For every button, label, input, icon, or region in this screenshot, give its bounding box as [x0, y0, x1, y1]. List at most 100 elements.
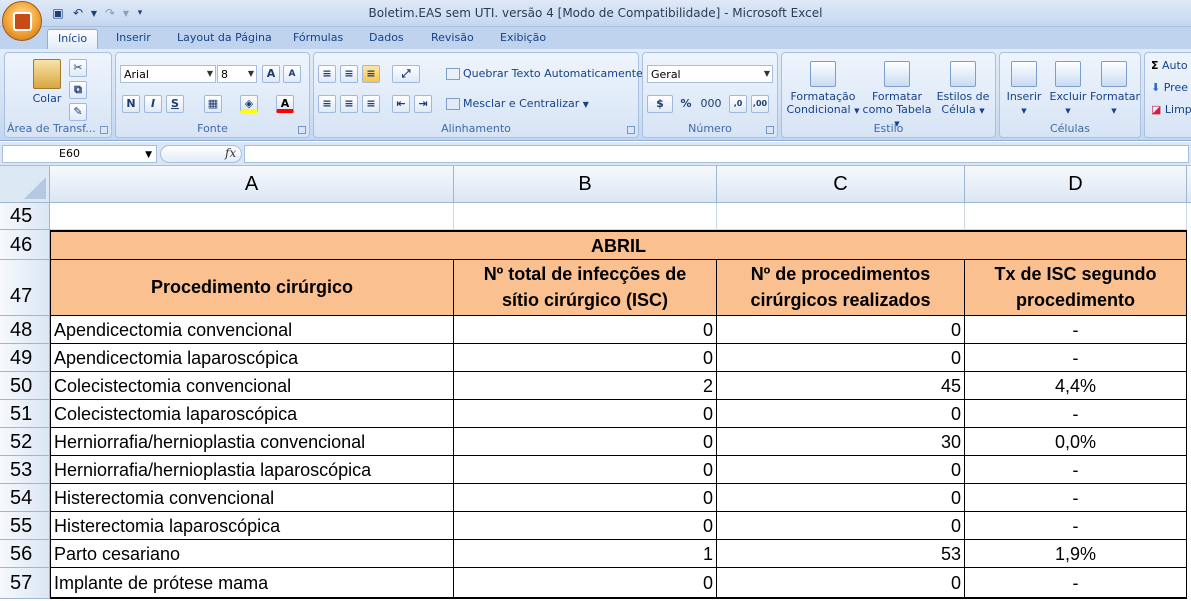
- tab-layout-da-pagina[interactable]: Layout da Página: [167, 29, 282, 49]
- cell-tx-isc[interactable]: -: [965, 456, 1187, 484]
- grow-font-icon[interactable]: A: [262, 65, 280, 83]
- cell-isc[interactable]: 1: [454, 540, 717, 568]
- cell-tx-isc[interactable]: -: [965, 568, 1187, 599]
- formula-input[interactable]: [244, 145, 1189, 163]
- cell-b45[interactable]: [454, 203, 717, 230]
- cell-isc[interactable]: 0: [454, 400, 717, 428]
- cell-tx-isc[interactable]: 1,9%: [965, 540, 1187, 568]
- shrink-font-icon[interactable]: A: [283, 65, 301, 83]
- clipboard-launcher-icon[interactable]: [100, 126, 108, 134]
- column-header-c[interactable]: C: [717, 166, 965, 203]
- cell-procedimento[interactable]: Histerectomia convencional: [50, 484, 454, 512]
- increase-decimal-icon[interactable]: ,0: [729, 95, 747, 113]
- cell-isc[interactable]: 0: [454, 456, 717, 484]
- cell-styles-button[interactable]: Estilos de Célula ▼: [932, 61, 994, 118]
- cell-a45[interactable]: [50, 203, 454, 230]
- column-header-a[interactable]: A: [50, 166, 454, 203]
- decrease-decimal-icon[interactable]: ,00: [751, 95, 769, 113]
- font-name-combo[interactable]: Arial ▼: [120, 65, 216, 83]
- row-header[interactable]: 46: [0, 230, 50, 260]
- insert-function-button[interactable]: fx: [225, 146, 236, 160]
- increase-indent-icon[interactable]: ⇥: [414, 95, 432, 113]
- column-header-d[interactable]: D: [965, 166, 1187, 203]
- cell-procedimento[interactable]: Colecistectomia convencional: [50, 372, 454, 400]
- tab-dados[interactable]: Dados: [359, 29, 414, 49]
- header-procedimento[interactable]: Procedimento cirúrgico: [50, 260, 454, 316]
- italic-button[interactable]: I: [144, 95, 162, 113]
- merge-center-button[interactable]: Mesclar e Centralizar ▼: [446, 97, 589, 111]
- paste-button[interactable]: Colar: [27, 59, 67, 105]
- column-header-b[interactable]: B: [454, 166, 717, 203]
- font-size-combo[interactable]: 8 ▼: [217, 65, 257, 83]
- number-launcher-icon[interactable]: [766, 126, 774, 134]
- tab-exibicao[interactable]: Exibição: [490, 29, 556, 49]
- cell-isc[interactable]: 0: [454, 568, 717, 599]
- cell-isc[interactable]: 0: [454, 316, 717, 344]
- format-as-table-button[interactable]: Formatar como Tabela ▼: [862, 61, 932, 131]
- cell-isc[interactable]: 2: [454, 372, 717, 400]
- select-all-button[interactable]: [0, 166, 50, 203]
- cell-tx-isc[interactable]: -: [965, 344, 1187, 372]
- alignment-launcher-icon[interactable]: [627, 126, 635, 134]
- cell-isc[interactable]: 0: [454, 344, 717, 372]
- cell-tx-isc[interactable]: -: [965, 484, 1187, 512]
- cell-procedimentos[interactable]: 0: [717, 456, 965, 484]
- align-center-icon[interactable]: ≡: [340, 95, 358, 113]
- cell-tx-isc[interactable]: -: [965, 400, 1187, 428]
- align-left-icon[interactable]: ≡: [318, 95, 336, 113]
- header-isc[interactable]: Nº total de infecções de sítio cirúrgico …: [454, 260, 717, 316]
- font-launcher-icon[interactable]: [298, 126, 306, 134]
- align-right-icon[interactable]: ≡: [362, 95, 380, 113]
- header-procedimentos[interactable]: Nº de procedimentos cirúrgicos realizados: [717, 260, 965, 316]
- column-header-e[interactable]: [1187, 166, 1191, 203]
- cell-tx-isc[interactable]: 4,4%: [965, 372, 1187, 400]
- header-tx-isc[interactable]: Tx de ISC segundo procedimento: [965, 260, 1187, 316]
- cell-tx-isc[interactable]: -: [965, 512, 1187, 540]
- delete-cells-button[interactable]: Excluir ▼: [1046, 61, 1090, 118]
- row-header[interactable]: 51: [0, 400, 50, 428]
- row-header[interactable]: 54: [0, 484, 50, 512]
- percent-button[interactable]: %: [677, 95, 695, 113]
- cell-procedimentos[interactable]: 0: [717, 400, 965, 428]
- cell-procedimentos[interactable]: 0: [717, 316, 965, 344]
- row-header[interactable]: 47: [0, 260, 50, 316]
- cell-procedimento[interactable]: Herniorrafia/hernioplastia convencional: [50, 428, 454, 456]
- cut-icon[interactable]: ✂: [69, 59, 87, 77]
- cell-procedimentos[interactable]: 0: [717, 344, 965, 372]
- underline-button[interactable]: S: [166, 95, 184, 113]
- cell-procedimento[interactable]: Apendicectomia convencional: [50, 316, 454, 344]
- office-button[interactable]: [2, 1, 42, 41]
- thousands-button[interactable]: 000: [699, 95, 723, 113]
- cell-procedimentos[interactable]: 0: [717, 568, 965, 599]
- orientation-icon[interactable]: ⤢: [392, 65, 420, 83]
- cell-tx-isc[interactable]: 0,0%: [965, 428, 1187, 456]
- cell-tx-isc[interactable]: -: [965, 316, 1187, 344]
- cell-procedimento[interactable]: Parto cesariano: [50, 540, 454, 568]
- insert-cells-button[interactable]: Inserir ▼: [1002, 61, 1046, 118]
- wrap-text-button[interactable]: Quebrar Texto Automaticamente: [446, 67, 643, 80]
- autosum-button[interactable]: Σ Auto: [1151, 59, 1188, 72]
- row-header[interactable]: 45: [0, 203, 50, 230]
- row-header[interactable]: 55: [0, 512, 50, 540]
- cell-d45[interactable]: [965, 203, 1187, 230]
- row-header[interactable]: 53: [0, 456, 50, 484]
- tab-inserir[interactable]: Inserir: [106, 29, 161, 49]
- accounting-icon[interactable]: $: [647, 95, 673, 113]
- cell-procedimento[interactable]: Colecistectomia laparoscópica: [50, 400, 454, 428]
- bold-button[interactable]: N: [122, 95, 140, 113]
- cell-procedimento[interactable]: Implante de prótese mama: [50, 568, 454, 599]
- conditional-formatting-button[interactable]: Formatação Condicional ▼: [784, 61, 862, 118]
- align-bottom-icon[interactable]: ≡: [362, 65, 380, 83]
- number-format-combo[interactable]: Geral ▼: [647, 65, 773, 83]
- name-box[interactable]: E60 ▼: [2, 145, 157, 163]
- fill-button[interactable]: ⬇ Pree: [1151, 81, 1188, 94]
- cell-procedimentos[interactable]: 0: [717, 512, 965, 540]
- cell-isc[interactable]: 0: [454, 512, 717, 540]
- cell-procedimento[interactable]: Herniorrafia/hernioplastia laparoscópica: [50, 456, 454, 484]
- decrease-indent-icon[interactable]: ⇤: [392, 95, 410, 113]
- cell-c45[interactable]: [717, 203, 965, 230]
- cell-procedimentos[interactable]: 45: [717, 372, 965, 400]
- format-painter-icon[interactable]: ✎: [69, 103, 87, 121]
- copy-icon[interactable]: ⧉: [69, 81, 87, 99]
- fill-color-icon[interactable]: ◈: [240, 95, 258, 113]
